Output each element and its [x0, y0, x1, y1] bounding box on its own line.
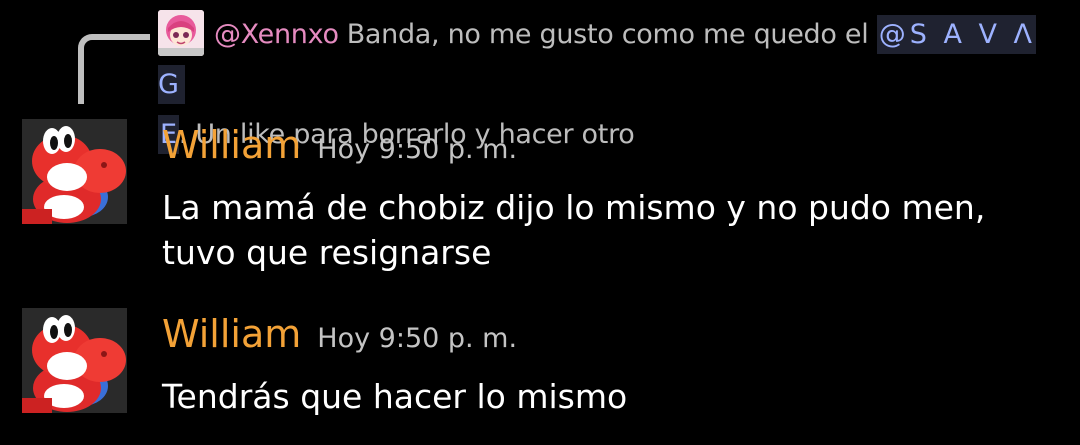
message-text: Tendrás que hacer lo mismo — [162, 377, 628, 416]
username[interactable]: William — [162, 123, 301, 167]
red-yoshi-avatar-icon — [22, 119, 127, 224]
message-text: La mamá de chobiz dijo lo mismo y no pud… — [162, 188, 986, 272]
reply-connector-line — [78, 34, 150, 104]
reply-author-avatar[interactable] — [158, 9, 204, 56]
red-yoshi-avatar-icon — [22, 308, 127, 413]
username[interactable]: William — [162, 312, 301, 356]
timestamp: Hoy 9:50 p. m. — [317, 134, 518, 165]
reply-author-name[interactable]: @Xennxo — [214, 19, 339, 50]
reply-text-before: Banda, no me gusto como me quedo el — [346, 19, 869, 50]
user-avatar[interactable] — [22, 308, 127, 413]
timestamp: Hoy 9:50 p. m. — [317, 323, 518, 354]
user-avatar[interactable] — [22, 119, 127, 224]
anime-girl-avatar-icon — [158, 9, 204, 56]
